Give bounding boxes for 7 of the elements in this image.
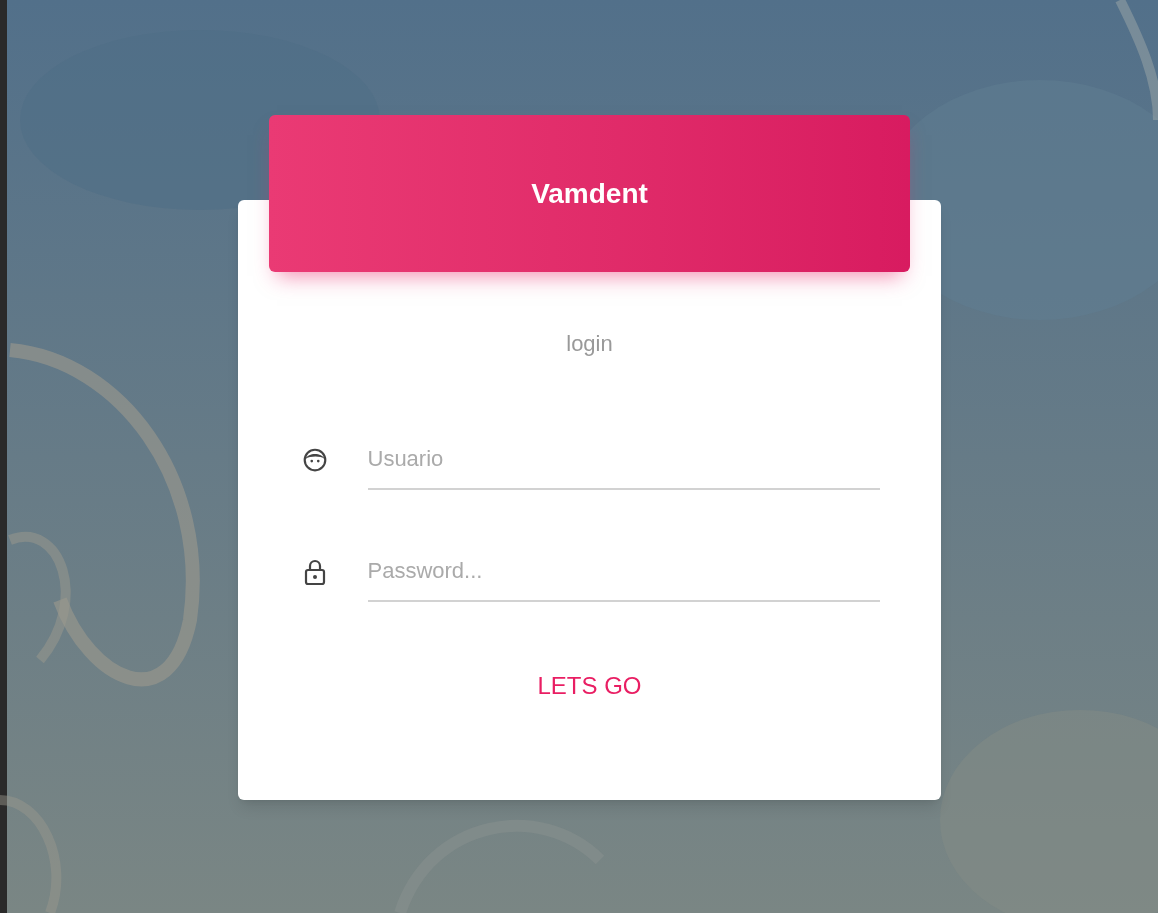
lock-icon (302, 558, 327, 586)
password-field[interactable]: Password... (367, 542, 880, 602)
submit-button[interactable]: LETS GO (513, 660, 666, 712)
face-icon (301, 447, 328, 473)
card-subtitle: login (566, 330, 613, 358)
app-title: Vamdent (531, 176, 648, 211)
username-field[interactable]: Usuario (367, 430, 880, 490)
